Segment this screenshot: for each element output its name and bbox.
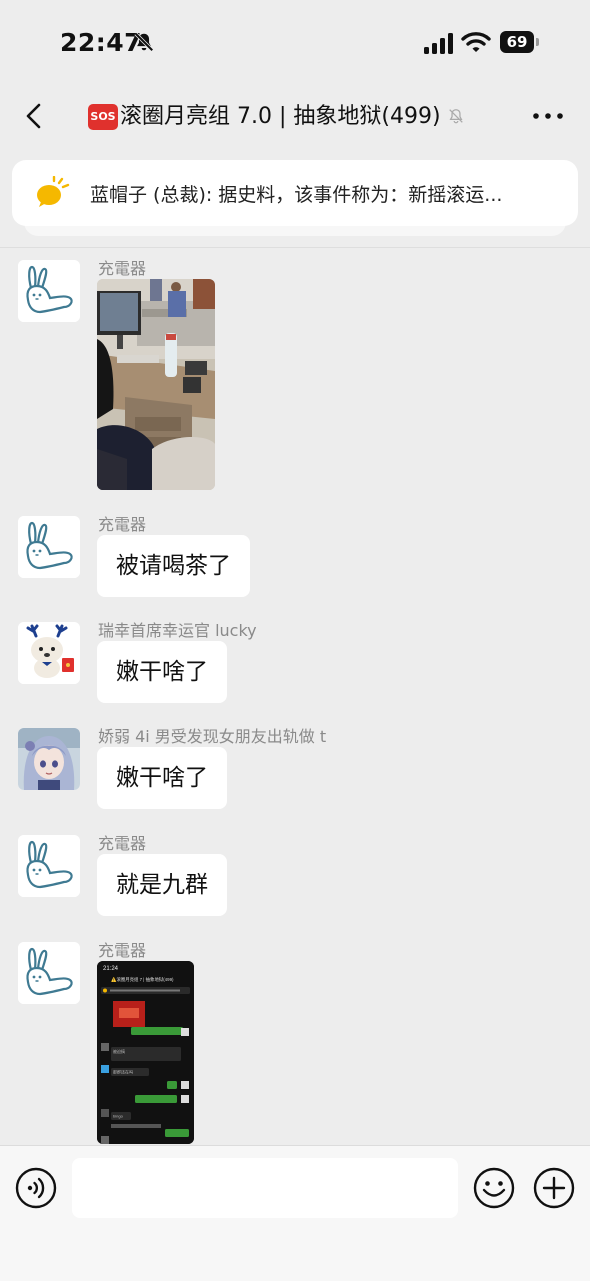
avatar-bunny[interactable] [18,516,80,578]
sender-name: 充電器 [98,941,147,960]
message-bubble[interactable]: 嫩干啥了 [97,747,227,809]
bell-muted-icon [134,32,154,52]
shared-photo[interactable] [97,279,215,490]
sender-name: 娇弱 4i 男受发现女朋友出轨做 t [98,727,327,746]
sos-emoji: SOS [88,104,118,130]
avatar-bunny[interactable] [18,942,80,1004]
input-bar [0,1145,590,1281]
more-options-button[interactable] [530,102,566,130]
bunny-avatar-icon [18,835,80,897]
message-bubble[interactable]: 嫩干啥了 [97,641,227,703]
avatar-mascot[interactable] [18,622,80,684]
thumb-bubble-1: 被迫搞 [113,1048,125,1054]
status-time: 22:47 [60,28,143,57]
mascot-avatar-icon [18,622,80,684]
pinned-notice[interactable]: 蓝帽子 (总裁): 据史料，该事件称为：新摇滚运... [12,160,578,226]
avatar-bunny[interactable] [18,835,80,897]
office-photo-image [97,279,215,490]
chat-screenshot-image: 21:24 ⚠️滚圈月亮组 7 | 抽象地狱(499) 被迫搞 那群还在吗 bi… [97,961,194,1144]
back-button[interactable] [16,96,56,136]
sender-name: 充電器 [98,834,147,853]
message-bubble[interactable]: 就是九群 [97,854,227,916]
anime-avatar-icon [18,728,80,790]
chat-bubble-icon [37,176,70,207]
more-actions-plus-button[interactable] [533,1167,575,1209]
battery-icon: 69 [500,31,540,53]
sender-name: 瑞幸首席幸运官 lucky [98,621,257,640]
header-divider [0,247,590,248]
sender-name: 充電器 [98,259,147,278]
avatar-bunny[interactable] [18,260,80,322]
chat-header: SOS 滚圈月亮组 7.0 | 抽象地狱(499) [0,88,590,144]
wifi-icon [461,32,491,52]
bunny-avatar-icon [18,516,80,578]
avatar-anime-girl[interactable] [18,728,80,790]
shared-screenshot[interactable]: 21:24 ⚠️滚圈月亮组 7 | 抽象地狱(499) 被迫搞 那群还在吗 bi… [97,961,194,1144]
thumb-bubble-3: bingo [113,1114,124,1119]
status-bar: 22:47 69 [0,0,590,88]
thumb-time: 21:24 [103,966,119,972]
message-input[interactable] [72,1158,458,1218]
thumb-bubble-2: 那群还在吗 [113,1069,133,1075]
message-bubble[interactable]: 被请喝茶了 [97,535,250,597]
emoji-button[interactable] [473,1167,515,1209]
cellular-signal-icon [424,33,453,54]
battery-tip [536,38,539,46]
voice-input-button[interactable] [15,1167,57,1209]
chat-title-text: 滚圈月亮组 7.0 | 抽象地狱(499) [120,104,441,129]
bunny-avatar-icon [18,260,80,322]
thumb-title: ⚠️滚圈月亮组 7 | 抽象地狱(499) [111,976,174,983]
sender-name: 充電器 [98,515,147,534]
chat-title[interactable]: SOS 滚圈月亮组 7.0 | 抽象地狱(499) [88,98,498,134]
battery-level: 69 [500,31,534,53]
muted-bell-icon [448,109,463,124]
bunny-avatar-icon [18,942,80,1004]
notice-text: 蓝帽子 (总裁): 据史料，该事件称为：新摇滚运... [90,184,503,206]
